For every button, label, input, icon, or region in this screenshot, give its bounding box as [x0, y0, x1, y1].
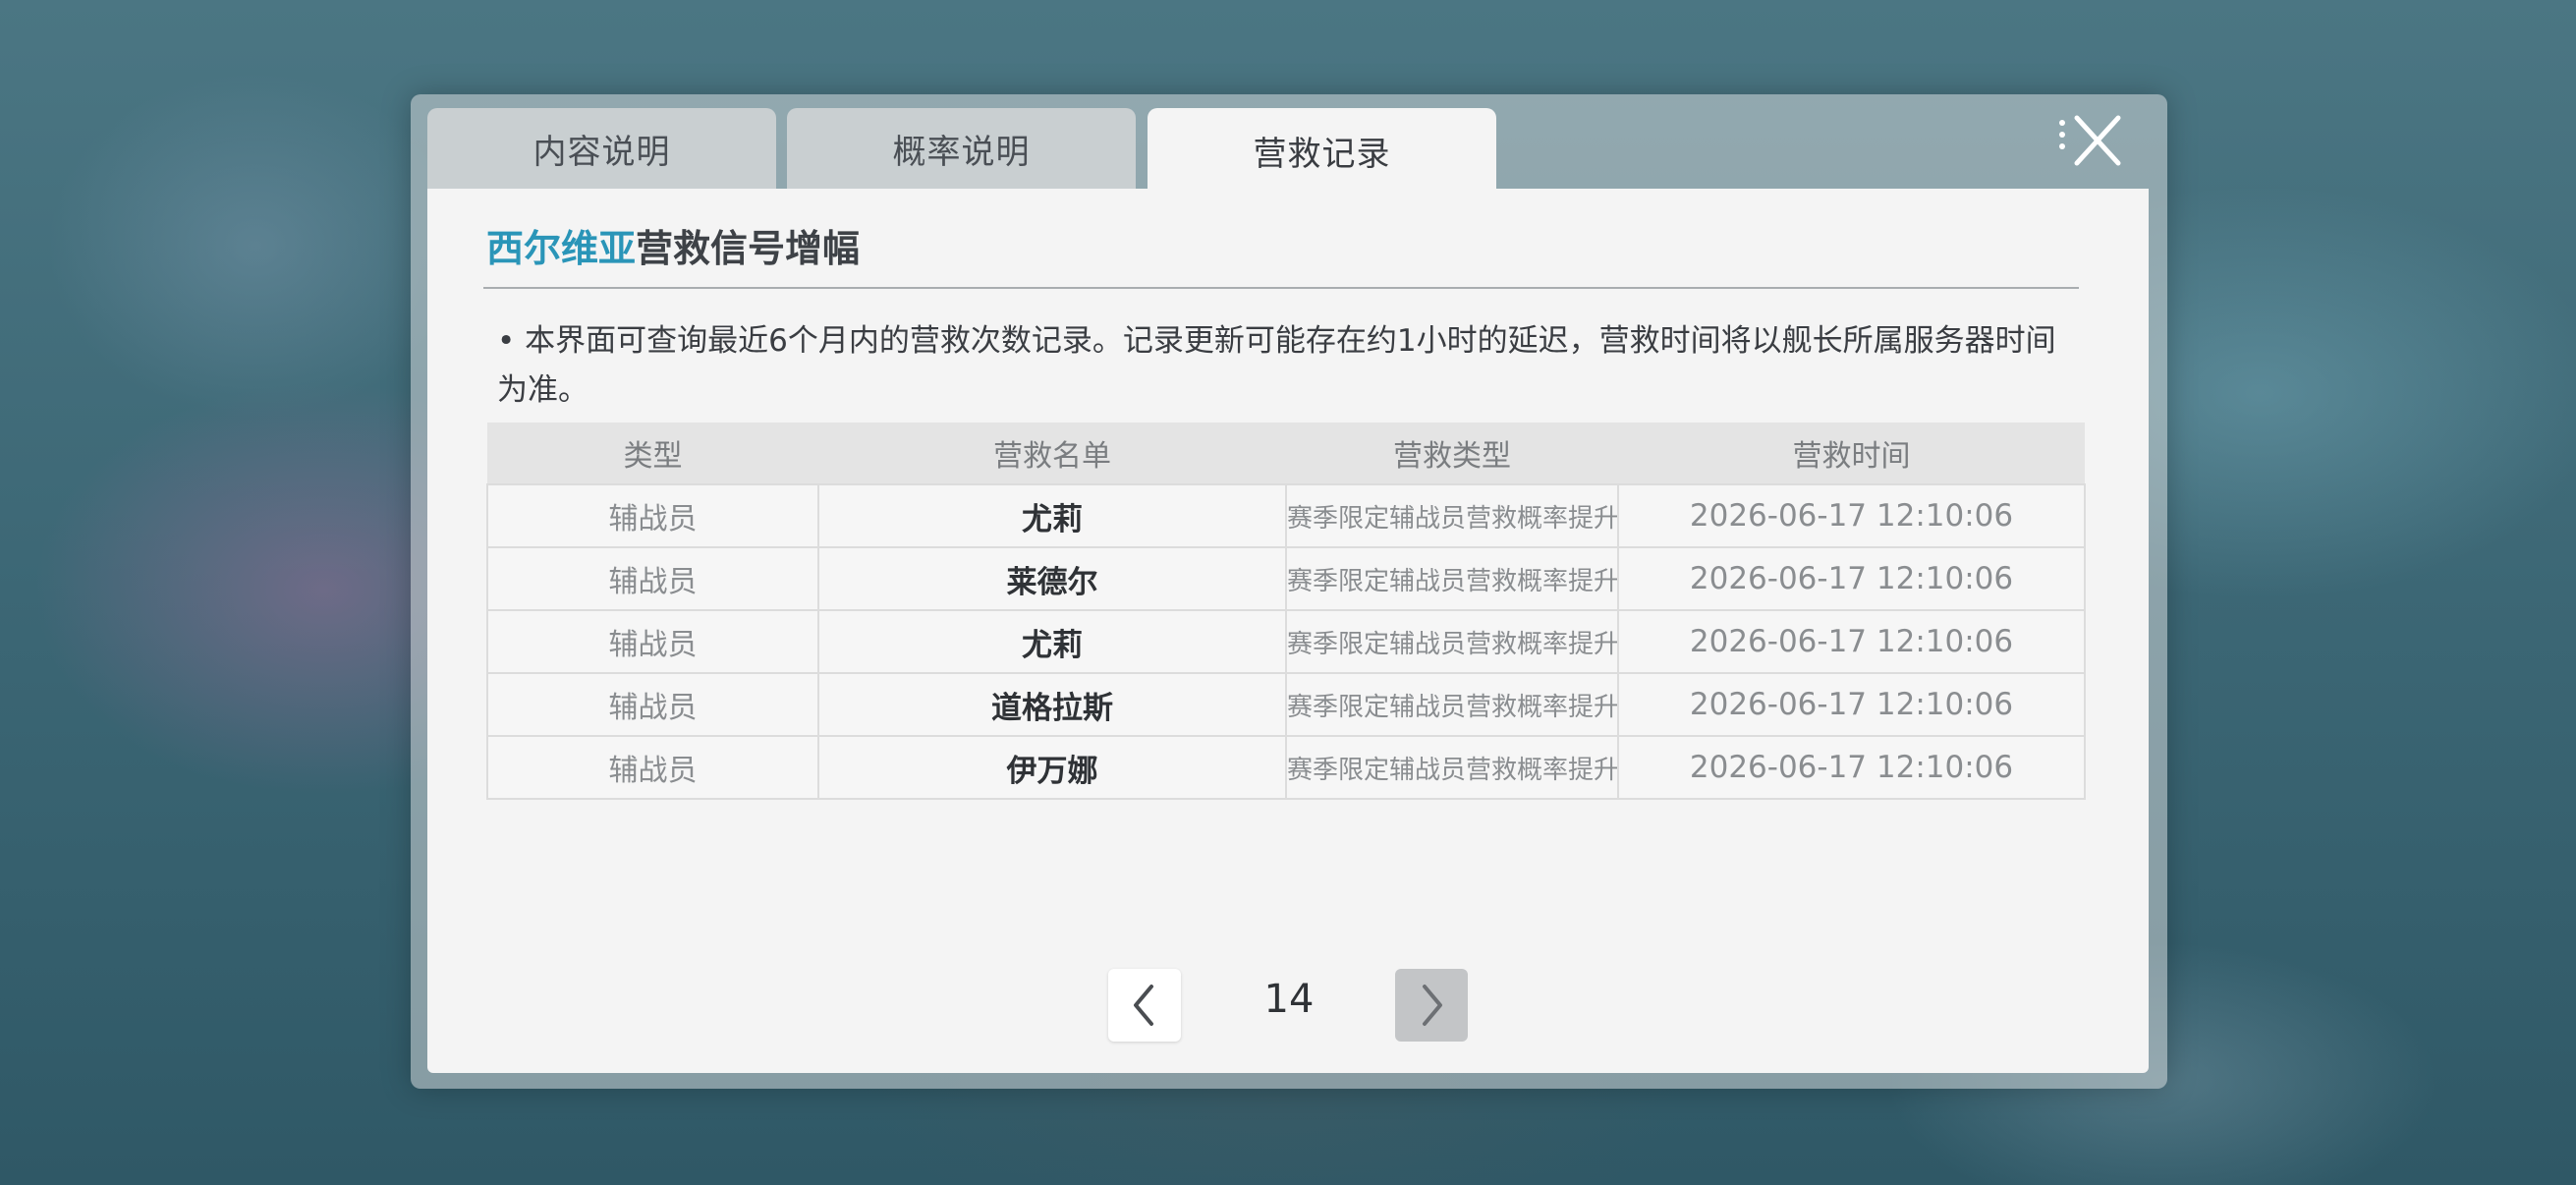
next-page-button[interactable]: [1395, 969, 1468, 1042]
chevron-right-icon: [1423, 985, 1442, 1026]
header-rescue-time: 营救时间: [1618, 423, 2085, 484]
header-rescue-type: 营救类型: [1286, 423, 1618, 484]
cell-time: 2026-06-17 12:10:06: [1617, 546, 2086, 611]
cell-name: 尤莉: [817, 483, 1287, 548]
cell-time: 2026-06-17 12:10:06: [1617, 735, 2086, 800]
cell-name: 莱德尔: [817, 546, 1287, 611]
cell-rescue-type: 赛季限定辅战员营救概率提升: [1285, 735, 1619, 800]
page-title: 西尔维亚营救信号增幅: [486, 218, 860, 272]
cell-time: 2026-06-17 12:10:06: [1617, 609, 2086, 674]
cell-name: 道格拉斯: [817, 672, 1287, 737]
title-character-name: 西尔维亚: [486, 227, 637, 270]
cell-name: 伊万娜: [817, 735, 1287, 800]
cell-rescue-type: 赛季限定辅战员营救概率提升: [1285, 609, 1619, 674]
table-row: 辅战员 尤莉 赛季限定辅战员营救概率提升 2026-06-17 12:10:06: [486, 609, 2086, 674]
title-banner-name: 营救信号增幅: [636, 227, 861, 270]
table-header-row: 类型 营救名单 营救类型 营救时间: [487, 423, 2085, 484]
cell-rescue-type: 赛季限定辅战员营救概率提升: [1285, 672, 1619, 737]
cell-type: 辅战员: [486, 672, 819, 737]
chevron-left-icon: [1134, 985, 1153, 1026]
close-icon: [2059, 115, 2121, 166]
cell-type: 辅战员: [486, 609, 819, 674]
header-type: 类型: [487, 423, 818, 484]
cell-type: 辅战员: [486, 735, 819, 800]
rescue-record-table: 类型 营救名单 营救类型 营救时间 辅战员 尤莉 赛季限定辅战员营救概率提升 2…: [486, 423, 2086, 800]
cell-name: 尤莉: [817, 609, 1287, 674]
cell-type: 辅战员: [486, 483, 819, 548]
previous-page-button[interactable]: [1108, 969, 1181, 1042]
cell-type: 辅战员: [486, 546, 819, 611]
cell-rescue-type: 赛季限定辅战员营救概率提升: [1285, 546, 1619, 611]
table-row: 辅战员 道格拉斯 赛季限定辅战员营救概率提升 2026-06-17 12:10:…: [486, 672, 2086, 737]
cell-time: 2026-06-17 12:10:06: [1617, 483, 2086, 548]
header-rescue-list: 营救名单: [818, 423, 1286, 484]
tab-content-description[interactable]: 内容说明: [427, 108, 776, 189]
table-row: 辅战员 尤莉 赛季限定辅战员营救概率提升 2026-06-17 12:10:06: [486, 483, 2086, 548]
title-divider: [483, 287, 2079, 289]
table-row: 辅战员 伊万娜 赛季限定辅战员营救概率提升 2026-06-17 12:10:0…: [486, 735, 2086, 800]
record-notice: • 本界面可查询最近6个月内的营救次数记录。记录更新可能存在约1小时的延迟，营救…: [497, 323, 2056, 408]
page-number: 14: [1263, 977, 1315, 1022]
cell-time: 2026-06-17 12:10:06: [1617, 672, 2086, 737]
tab-rescue-records[interactable]: 营救记录: [1148, 108, 1496, 193]
cell-rescue-type: 赛季限定辅战员营救概率提升: [1285, 483, 1619, 548]
table-row: 辅战员 莱德尔 赛季限定辅战员营救概率提升 2026-06-17 12:10:0…: [486, 546, 2086, 611]
tab-probability-description[interactable]: 概率说明: [787, 108, 1136, 189]
close-button[interactable]: [2053, 108, 2132, 177]
